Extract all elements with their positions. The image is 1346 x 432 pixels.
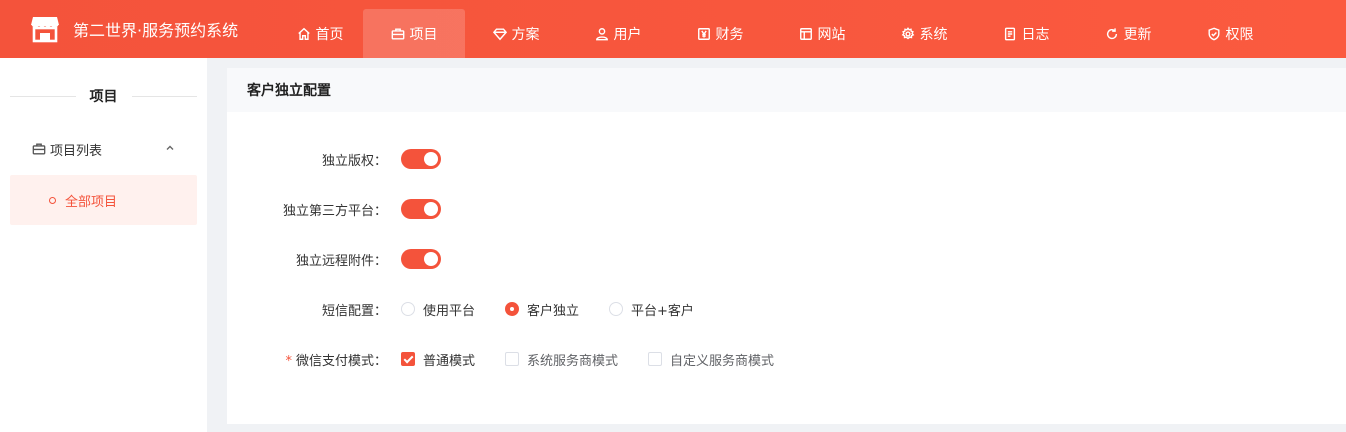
- form-label: 独立版权：: [321, 153, 387, 169]
- form-label-text: 微信支付模式：: [295, 353, 387, 369]
- toggle-knob: [424, 202, 438, 216]
- nav-label: 首页: [315, 26, 344, 43]
- toggle-knob: [424, 252, 438, 266]
- home-icon: [297, 27, 310, 40]
- wechat-pay-checkbox-custom-provider[interactable]: 自定义服务商模式: [648, 350, 774, 369]
- nav-item-finance[interactable]: 财务: [669, 9, 771, 58]
- checkbox-box: [648, 352, 663, 366]
- chevron-up-icon[interactable]: [165, 143, 175, 153]
- nav-item-plan[interactable]: 方案: [465, 9, 567, 58]
- remote-attachment-toggle[interactable]: [401, 249, 441, 269]
- refresh-icon: [1106, 27, 1117, 39]
- radio-circle: [609, 302, 624, 316]
- sidebar-title: 项目: [10, 86, 197, 106]
- briefcase-icon: [32, 143, 46, 155]
- radio-label: 平台+客户: [631, 303, 694, 319]
- top-navigation-bar: 第二世界·服务预约系统 首页 项目 方案 用户 财务 网站 系统 日志 更新 权…: [0, 0, 1346, 58]
- checkbox-box: [401, 352, 415, 366]
- brand[interactable]: 第二世界·服务预约系统: [30, 0, 238, 58]
- sidebar-item-all-projects[interactable]: 全部项目: [10, 175, 197, 225]
- form-row-remote-attachment: 独立远程附件：: [227, 249, 1346, 269]
- brand-title: 第二世界·服务预约系统: [73, 21, 239, 40]
- radio-circle: [505, 302, 520, 316]
- nav-label: 用户: [613, 26, 642, 43]
- form-label: 独立第三方平台：: [282, 203, 387, 219]
- sidebar-title-text: 项目: [89, 89, 118, 105]
- form-row-wechat-pay: * 微信支付模式： 普通模式 系统服务商模式 自定义服务商模式: [227, 349, 1346, 369]
- toggle-knob: [424, 152, 438, 166]
- sms-radio-platform[interactable]: 使用平台: [401, 300, 475, 319]
- sidebar-group-project-list[interactable]: 项目列表: [10, 134, 197, 164]
- nav-label: 权限: [1225, 26, 1254, 43]
- copyright-toggle[interactable]: [401, 149, 441, 169]
- sidebar-item-label: 全部项目: [65, 194, 118, 210]
- form-label: 独立远程附件：: [295, 253, 387, 269]
- nav-item-permission[interactable]: 权限: [1179, 9, 1281, 58]
- nav-label: 网站: [817, 26, 846, 43]
- nav-item-log[interactable]: 日志: [975, 9, 1077, 58]
- nav-label: 更新: [1123, 26, 1152, 43]
- gear-icon: [901, 26, 914, 39]
- form-label: 短信配置：: [321, 303, 387, 319]
- briefcase-icon: [391, 27, 404, 40]
- third-party-toggle[interactable]: [401, 199, 441, 219]
- radio-label: 客户独立: [527, 303, 580, 319]
- user-icon: [595, 27, 608, 40]
- checkbox-label: 系统服务商模式: [527, 353, 619, 369]
- nav-item-users[interactable]: 用户: [567, 9, 669, 58]
- form-label: * 微信支付模式：: [227, 350, 389, 369]
- document-icon: [1004, 27, 1015, 40]
- form-row-sms: 短信配置： 使用平台 客户独立 平台+客户: [227, 299, 1346, 319]
- diamond-icon: [492, 27, 507, 40]
- yen-icon: [697, 27, 710, 40]
- nav-item-home[interactable]: 首页: [277, 9, 363, 58]
- checkbox-label: 自定义服务商模式: [670, 353, 775, 369]
- nav-item-project[interactable]: 项目: [363, 9, 465, 58]
- main-nav: 首页 项目 方案 用户 财务 网站 系统 日志 更新 权限: [277, 9, 1281, 58]
- form-row-third-party: 独立第三方平台：: [227, 199, 1346, 219]
- nav-label: 方案: [511, 26, 540, 43]
- nav-label: 日志: [1021, 26, 1050, 43]
- wechat-pay-checkbox-system-provider[interactable]: 系统服务商模式: [505, 350, 618, 369]
- form-row-copyright: 独立版权：: [227, 149, 1346, 169]
- radio-circle: [401, 302, 415, 316]
- sms-radio-customer[interactable]: 客户独立: [505, 300, 579, 319]
- nav-label: 财务: [715, 26, 744, 43]
- nav-item-system[interactable]: 系统: [873, 9, 975, 58]
- panel-title: 客户独立配置: [227, 68, 1346, 112]
- radio-label: 使用平台: [423, 303, 476, 319]
- sidebar: 项目 项目列表 全部项目: [0, 58, 207, 432]
- checkbox-box: [505, 352, 520, 366]
- layout-icon: [799, 27, 812, 40]
- bullet-dot-icon: [49, 196, 56, 204]
- nav-item-update[interactable]: 更新: [1077, 9, 1179, 58]
- nav-label: 系统: [919, 26, 948, 43]
- nav-item-website[interactable]: 网站: [771, 9, 873, 58]
- sidebar-group-label: 项目列表: [50, 143, 103, 159]
- wechat-pay-checkbox-normal[interactable]: 普通模式: [401, 350, 475, 369]
- storefront-logo-icon: [31, 17, 59, 43]
- divider: [131, 95, 197, 97]
- config-panel: 客户独立配置 独立版权： 独立第三方平台： 独立远程附件： 短信配置： 使用平台…: [227, 68, 1346, 424]
- nav-label: 项目: [409, 26, 438, 43]
- required-mark: *: [285, 353, 292, 369]
- checkbox-label: 普通模式: [423, 353, 476, 369]
- sms-radio-platform-customer[interactable]: 平台+客户: [609, 300, 694, 319]
- divider: [10, 95, 76, 97]
- shield-icon: [1207, 27, 1220, 40]
